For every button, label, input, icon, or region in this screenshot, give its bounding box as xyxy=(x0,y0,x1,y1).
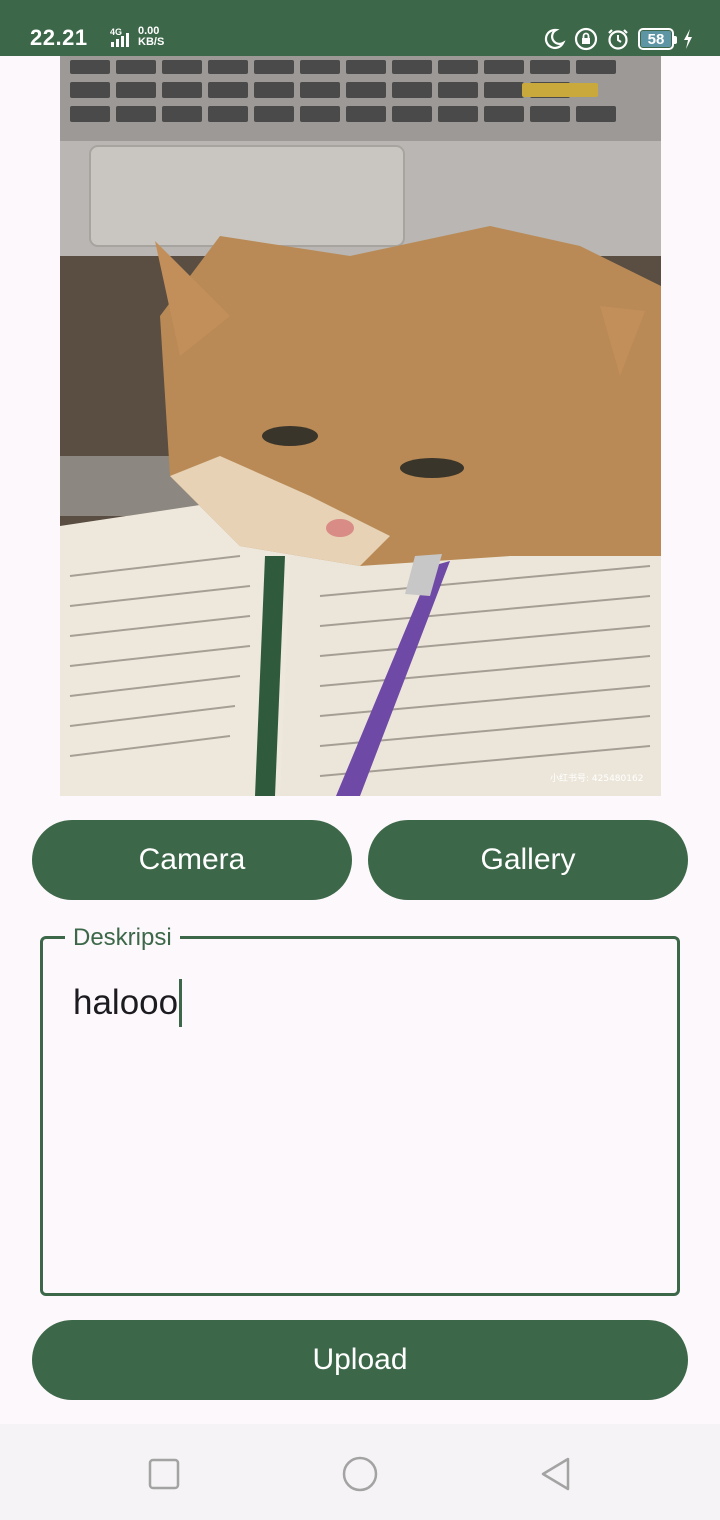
upload-button[interactable]: Upload xyxy=(32,1320,688,1400)
description-input[interactable]: halooo xyxy=(73,979,647,1027)
status-time: 22.21 xyxy=(30,25,88,50)
home-icon[interactable] xyxy=(340,1454,380,1494)
description-field[interactable]: Deskripsi halooo xyxy=(40,923,680,1296)
description-value: halooo xyxy=(73,983,179,1022)
battery-level: 58 xyxy=(647,30,665,48)
network-type: 4G xyxy=(110,27,122,37)
charging-icon xyxy=(682,28,694,50)
back-icon[interactable] xyxy=(536,1454,576,1494)
text-cursor xyxy=(179,979,183,1027)
status-icons: 58 xyxy=(542,26,694,52)
app-screen: 22.21 4G 0.00 KB/S 58 小红书号: 425480162 Ca… xyxy=(0,0,720,1520)
photo-watermark: 小红书号: 425480162 xyxy=(550,772,643,784)
recent-apps-icon[interactable] xyxy=(144,1454,184,1494)
network-icon: 4G xyxy=(98,26,138,50)
camera-button[interactable]: Camera xyxy=(32,820,352,900)
moon-icon xyxy=(542,27,566,51)
lock-icon xyxy=(574,27,598,51)
network-speed: 0.00 KB/S xyxy=(138,26,174,48)
description-label: Deskripsi xyxy=(65,923,180,953)
speed-unit: KB/S xyxy=(138,36,165,48)
battery-icon: 58 xyxy=(638,28,677,50)
selected-photo: 小红书号: 425480162 xyxy=(60,56,661,796)
status-bar: 22.21 4G 0.00 KB/S 58 xyxy=(0,0,720,56)
alarm-icon xyxy=(606,27,630,51)
gallery-button[interactable]: Gallery xyxy=(368,820,688,900)
navigation-bar xyxy=(0,1424,720,1520)
